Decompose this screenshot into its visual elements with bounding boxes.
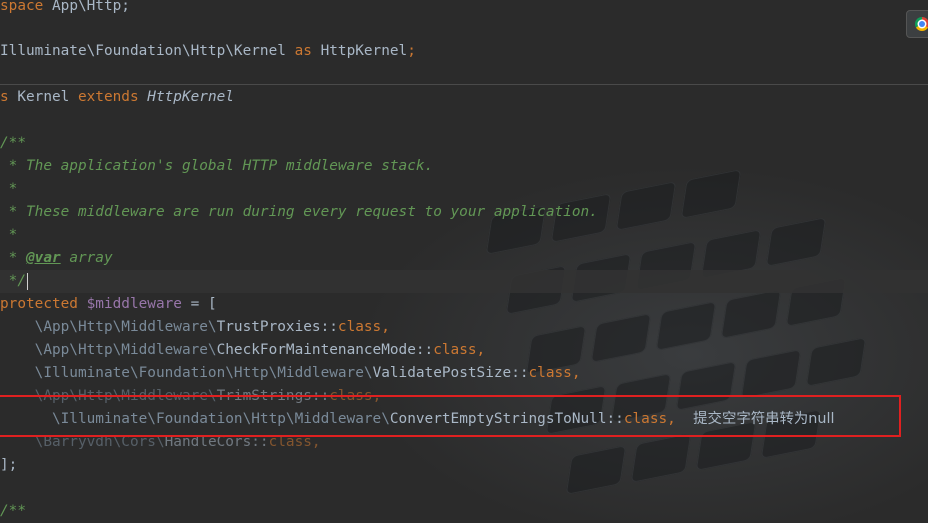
highlight-box [0, 395, 901, 437]
keyword: s [0, 89, 9, 105]
code-text: :: [511, 365, 529, 381]
code-text: array [60, 250, 113, 266]
code-editor[interactable]: space App\Http; Illuminate\Foundation\Ht… [0, 0, 928, 522]
code-text: = [ [181, 296, 217, 312]
code-line[interactable]: protected $middleware = [ [0, 293, 217, 316]
code-text: Kernel [8, 89, 78, 105]
namespace: \App\Http\Middleware\ [0, 342, 217, 358]
keyword: extends [77, 89, 139, 105]
code-text: App\Http; [43, 0, 130, 14]
code-line[interactable]: */ [0, 270, 28, 293]
code-text: * [0, 250, 26, 266]
current-line-highlight [0, 270, 928, 293]
code-line[interactable]: \App\Http\Middleware\TrustProxies::class… [0, 316, 390, 339]
code-line[interactable]: s Kernel extends HttpKernel [0, 86, 234, 109]
chrome-icon [915, 17, 928, 31]
code-line[interactable]: \Illuminate\Foundation\Http\Middleware\V… [0, 362, 581, 385]
method-separator [0, 84, 928, 85]
class-name: CheckForMaintenanceMode [216, 342, 416, 358]
code-text: Illuminate\Foundation\Http\Kernel [0, 43, 286, 59]
keyword: class [337, 319, 382, 335]
text-caret [27, 272, 28, 290]
browser-button[interactable] [906, 10, 928, 38]
code-line[interactable]: * @var array [0, 247, 113, 270]
code-text: , [571, 365, 581, 381]
class-name: TrustProxies [216, 319, 321, 335]
code-text: */ [0, 273, 26, 289]
code-text: :: [415, 342, 434, 358]
code-line[interactable]: * The application's global HTTP middlewa… [0, 155, 434, 178]
keyword: class [433, 342, 477, 358]
code-line[interactable]: \App\Http\Middleware\CheckForMaintenance… [0, 339, 486, 362]
namespace: \App\Http\Middleware\ [0, 319, 217, 335]
code-line[interactable]: * These middleware are run during every … [0, 201, 598, 224]
code-text: HttpKernel [138, 89, 234, 105]
code-line[interactable]: * [0, 224, 18, 247]
code-line[interactable]: /** [0, 132, 26, 155]
code-text: , [381, 319, 390, 335]
code-line[interactable]: Illuminate\Foundation\Http\Kernel as Htt… [0, 40, 416, 63]
doc-tag: @var [26, 250, 61, 266]
code-text: ; [407, 43, 416, 59]
keyword: class [528, 365, 572, 381]
code-text: HttpKernel [320, 43, 408, 59]
code-line[interactable]: ]; [0, 454, 17, 477]
code-line[interactable]: * [0, 178, 18, 201]
namespace: \Illuminate\Foundation\Http\Middleware\ [0, 365, 373, 381]
code-line[interactable]: /** [0, 500, 26, 523]
code-text: :: [320, 319, 338, 335]
keyword: protected [0, 296, 78, 312]
code-text: , [476, 342, 486, 358]
keyword: space [0, 0, 44, 14]
keyword: as [285, 43, 321, 59]
code-line[interactable]: space App\Http; [0, 0, 130, 18]
class-name: ValidatePostSize [372, 365, 512, 381]
variable: $middleware [77, 296, 182, 312]
